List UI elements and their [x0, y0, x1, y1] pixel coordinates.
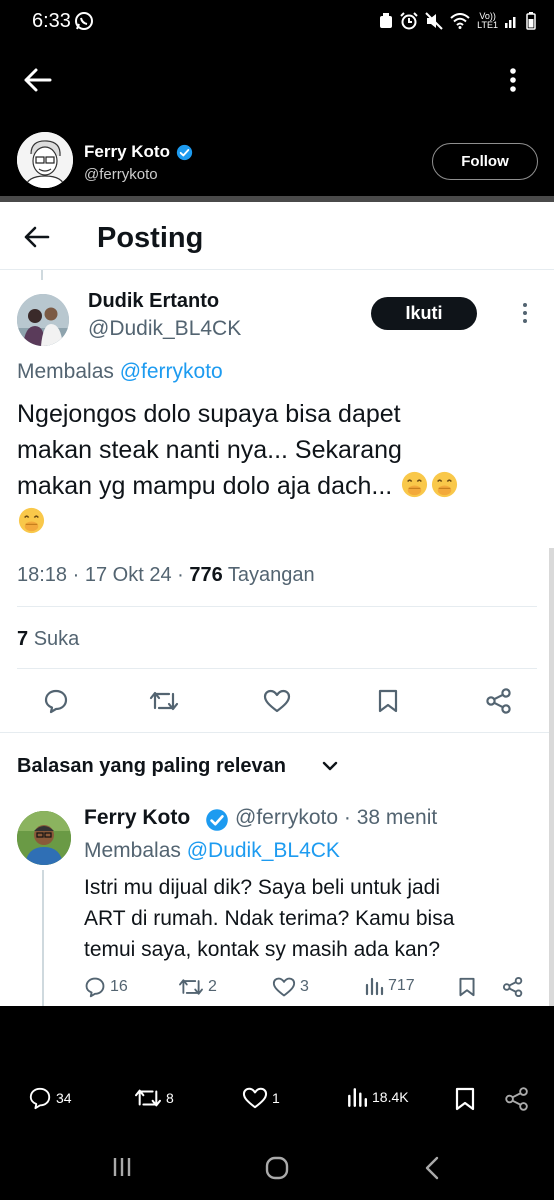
reply-handle: @ferrykoto [235, 806, 339, 829]
post-actions [0, 680, 554, 724]
more-vertical-icon[interactable] [503, 66, 523, 96]
status-bar: 6:33 Vo)) LTE1 [0, 0, 554, 42]
profile-name[interactable]: Ferry Koto [84, 142, 170, 162]
reply-count: 34 [56, 1090, 72, 1106]
bookmark-icon[interactable] [454, 1086, 476, 1112]
divider [17, 606, 537, 607]
home-icon[interactable] [265, 1156, 289, 1180]
like-button[interactable]: 1 [242, 1086, 280, 1110]
divider [0, 732, 554, 733]
replies-sort-label: Balasan yang paling relevan [17, 755, 286, 777]
views-button[interactable]: 18.4K [346, 1086, 409, 1108]
more-vertical-icon [521, 302, 529, 324]
avatar [17, 294, 69, 346]
back-icon[interactable] [424, 1156, 440, 1180]
mention-link: @ferrykoto [119, 360, 223, 383]
thread-line [42, 870, 44, 1006]
alarm-icon [400, 12, 418, 30]
back-arrow-icon[interactable] [22, 66, 54, 94]
signal-icon [505, 14, 519, 28]
reply-icon [29, 1087, 51, 1110]
likes-summary: 7 Suka [17, 628, 79, 651]
like-count: 1 [272, 1090, 280, 1106]
whatsapp-icon [74, 11, 94, 31]
embedded-screenshot: Posting Dudik Ertanto @Dudik_BL4CK Ikuti… [0, 196, 554, 1006]
like-icon [272, 977, 296, 997]
repost-icon [134, 1089, 162, 1107]
reply-icon [43, 688, 69, 714]
repost-icon [179, 979, 203, 995]
profile-handle: @ferrykoto [84, 166, 158, 183]
share-icon[interactable] [504, 1086, 530, 1112]
mention-link: @Dudik_BL4CK [186, 839, 340, 862]
reply-like-count: 3 [272, 976, 309, 998]
share-icon [485, 687, 513, 715]
reply-repost-count: 2 [178, 976, 217, 998]
like-icon [242, 1087, 268, 1109]
views-icon [348, 1088, 368, 1108]
reply-text: Istri mu dijual dik? Saya beli untuk jad… [84, 876, 455, 961]
repost-count: 8 [166, 1090, 174, 1106]
scrollbar [549, 548, 554, 1006]
reply-reply-count: 16 [84, 976, 128, 998]
author-handle: @Dudik_BL4CK [88, 317, 242, 340]
author-name: Dudik Ertanto [88, 290, 220, 312]
views-icon [365, 977, 384, 996]
reply-icon [85, 977, 105, 998]
verified-icon [205, 808, 229, 832]
post-date: 17 Okt 24 [84, 564, 172, 586]
avatar [17, 811, 71, 865]
reply-actions: 16 2 3 717 [84, 976, 534, 1006]
replying-to: Membalas @Dudik_BL4CK [84, 839, 340, 862]
follow-button[interactable]: Follow [432, 143, 538, 180]
face-with-hand-over-mouth-emoji [17, 506, 46, 535]
divider [17, 668, 537, 669]
likes-label: Suka [33, 628, 80, 650]
view-count: 18.4K [372, 1089, 409, 1105]
post-text: Ngejongos dolo supaya bisa dapet makan s… [17, 396, 537, 540]
mute-icon [425, 12, 443, 30]
bookmark-icon [377, 688, 399, 714]
bookmark-icon [458, 976, 476, 998]
back-arrow-icon [24, 226, 50, 248]
repost-icon [149, 688, 179, 714]
reply-view-count: 717 [364, 976, 415, 996]
network-label: Vo)) LTE1 [477, 11, 498, 30]
status-icons: Vo)) LTE1 [379, 12, 536, 30]
face-with-hand-over-mouth-emoji [430, 470, 459, 499]
post-time: 18:18 [17, 564, 68, 586]
face-with-hand-over-mouth-emoji [400, 470, 429, 499]
replying-to: Membalas @ferrykoto [17, 360, 223, 383]
posting-header: Posting [0, 202, 554, 270]
tweet-actions: 34 8 1 18.4K [0, 1086, 554, 1122]
recents-icon[interactable] [112, 1156, 132, 1178]
views-label: Tayangan [227, 564, 315, 586]
share-icon [502, 976, 524, 998]
like-count: 7 [17, 628, 29, 650]
chevron-down-icon [322, 760, 338, 772]
reply-author-name: Ferry Koto [84, 806, 191, 829]
reply-handle-time: @ferrykoto · 38 menit [235, 806, 438, 829]
repost-button[interactable]: 8 [134, 1086, 174, 1110]
notification-icon [379, 13, 393, 29]
wifi-icon [450, 13, 470, 29]
thread-line [41, 270, 43, 280]
page-title: Posting [97, 222, 204, 254]
post-meta: 18:18 · 17 Okt 24 · 776 Tayangan [17, 564, 315, 586]
verified-icon [176, 144, 193, 161]
like-icon [263, 688, 291, 714]
reply-button[interactable]: 34 [28, 1086, 72, 1110]
view-count: 776 [189, 564, 223, 586]
reply-age: 38 menit [356, 806, 438, 829]
follow-button: Ikuti [371, 297, 477, 330]
battery-icon [526, 12, 536, 30]
status-time: 6:33 [32, 10, 71, 32]
avatar[interactable] [17, 132, 73, 188]
